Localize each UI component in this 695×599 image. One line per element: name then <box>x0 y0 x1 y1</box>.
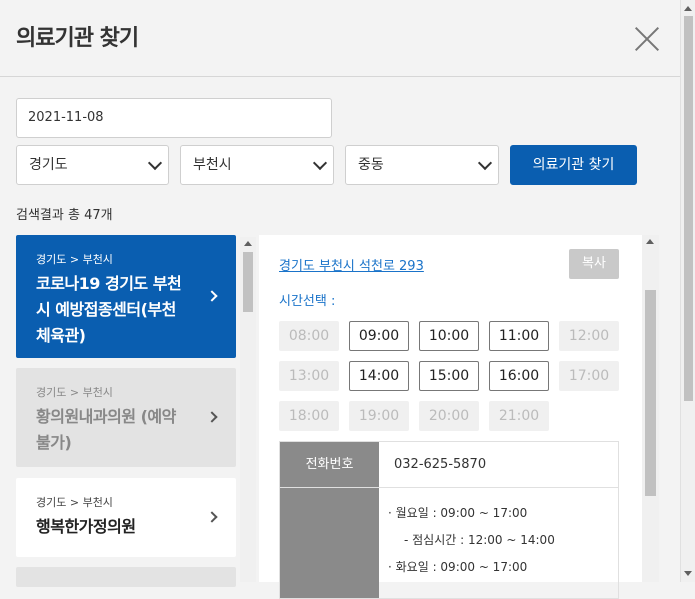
scrollbar-thumb[interactable] <box>684 16 693 401</box>
clinic-card-unavailable[interactable]: 경기도 > 부천시 황의원내과의원 (예약 불가) <box>16 368 236 467</box>
clinic-address-link[interactable]: 경기도 부천시 석천로 293 <box>279 255 424 274</box>
phone-number: 032-625-5870 <box>394 457 487 472</box>
hours-line: · 월요일 : 09:00 ~ 17:00 <box>388 506 528 520</box>
result-count: 검색결과 총 47개 <box>16 208 113 223</box>
time-slot-button: 21:00 <box>489 401 549 431</box>
district-select[interactable]: 중동 <box>345 145 499 185</box>
city-select-value: 부천시 <box>193 157 232 173</box>
time-slot-button[interactable]: 15:00 <box>419 361 479 391</box>
scroll-up-icon[interactable] <box>684 6 692 11</box>
search-button[interactable]: 의료기관 찾기 <box>510 145 637 185</box>
date-input[interactable]: 2021-11-08 <box>16 98 332 138</box>
clinic-card-available[interactable]: 경기도 > 부천시 행복한가정의원 <box>16 478 236 557</box>
clinic-name: 코로나19 경기도 부천 시 예방접종센터(부천 체육관) <box>36 271 216 349</box>
time-slot-button: 19:00 <box>349 401 409 431</box>
hours-list: · 월요일 : 09:00 ~ 17:00 - 점심시간 : 12:00 ~ 1… <box>388 500 555 581</box>
clinic-region: 경기도 > 부천시 <box>36 386 113 399</box>
chevron-down-icon <box>147 155 163 171</box>
time-slot-button: 18:00 <box>279 401 339 431</box>
scroll-up-icon[interactable] <box>244 241 252 246</box>
clinic-list-scrollbar[interactable] <box>240 237 256 582</box>
chevron-down-icon <box>312 155 328 171</box>
clinic-name-line: 코로나19 경기도 부천 <box>36 274 182 293</box>
chevron-down-icon <box>477 155 493 171</box>
clinic-name: 행복한가정의원 <box>36 517 136 536</box>
copy-address-button[interactable]: 복사 <box>569 249 619 279</box>
clinic-info-table: 전화번호 032-625-5870 · 월요일 : 09:00 ~ 17:00 … <box>279 441 619 599</box>
clinic-name: 황의원내과의원 (예약 불가) <box>36 404 216 456</box>
city-select[interactable]: 부천시 <box>180 145 334 185</box>
clinic-name-line: 불가) <box>36 433 72 452</box>
phone-label: 전화번호 <box>280 442 379 487</box>
clinic-name-line: 황의원내과의원 (예약 <box>36 407 176 426</box>
scrollbar-thumb[interactable] <box>243 252 253 312</box>
hospital-search-modal: 의료기관 찾기 2021-11-08 경기도 부천시 중동 의료기관 찾기 검색… <box>0 0 680 599</box>
time-select-label: 시간선택 : <box>279 294 336 309</box>
clinic-region: 경기도 > 부천시 <box>36 496 113 509</box>
time-slot-button[interactable]: 10:00 <box>419 321 479 351</box>
scroll-down-icon[interactable] <box>684 571 692 576</box>
time-slot-button[interactable]: 09:00 <box>349 321 409 351</box>
scroll-up-icon[interactable] <box>646 239 654 244</box>
phone-row: 전화번호 032-625-5870 <box>280 442 618 488</box>
clinic-card-partial[interactable] <box>16 567 236 587</box>
time-slot-button[interactable]: 16:00 <box>489 361 549 391</box>
time-slot-button: 20:00 <box>419 401 479 431</box>
time-slot-button: 13:00 <box>279 361 339 391</box>
clinic-detail-panel: 경기도 부천시 석천로 293 복사 시간선택 : 08:00 09:00 10:0… <box>259 235 659 599</box>
clinic-card-selected[interactable]: 경기도 > 부천시 코로나19 경기도 부천 시 예방접종센터(부천 체육관) <box>16 235 236 358</box>
time-slot-button[interactable]: 14:00 <box>349 361 409 391</box>
page-scrollbar[interactable] <box>680 0 695 582</box>
time-slot-button[interactable]: 11:00 <box>489 321 549 351</box>
detail-scrollbar[interactable] <box>642 235 659 582</box>
clinic-name-line: 시 예방접종센터(부천 <box>36 300 176 319</box>
hours-line: - 점심시간 : 12:00 ~ 14:00 <box>404 533 555 547</box>
modal-title: 의료기관 찾기 <box>16 26 139 51</box>
modal-header: 의료기관 찾기 <box>0 0 680 77</box>
time-slot-button: 12:00 <box>559 321 619 351</box>
province-select[interactable]: 경기도 <box>16 145 169 185</box>
clinic-name-line: 체육관) <box>36 326 86 345</box>
time-slot-button: 08:00 <box>279 321 339 351</box>
district-select-value: 중동 <box>358 157 384 173</box>
clinic-region: 경기도 > 부천시 <box>36 253 113 266</box>
scrollbar-thumb[interactable] <box>645 290 656 496</box>
hours-line: · 화요일 : 09:00 ~ 17:00 <box>388 560 528 574</box>
time-slot-button: 17:00 <box>559 361 619 391</box>
close-icon[interactable] <box>634 26 660 52</box>
province-select-value: 경기도 <box>29 157 68 173</box>
